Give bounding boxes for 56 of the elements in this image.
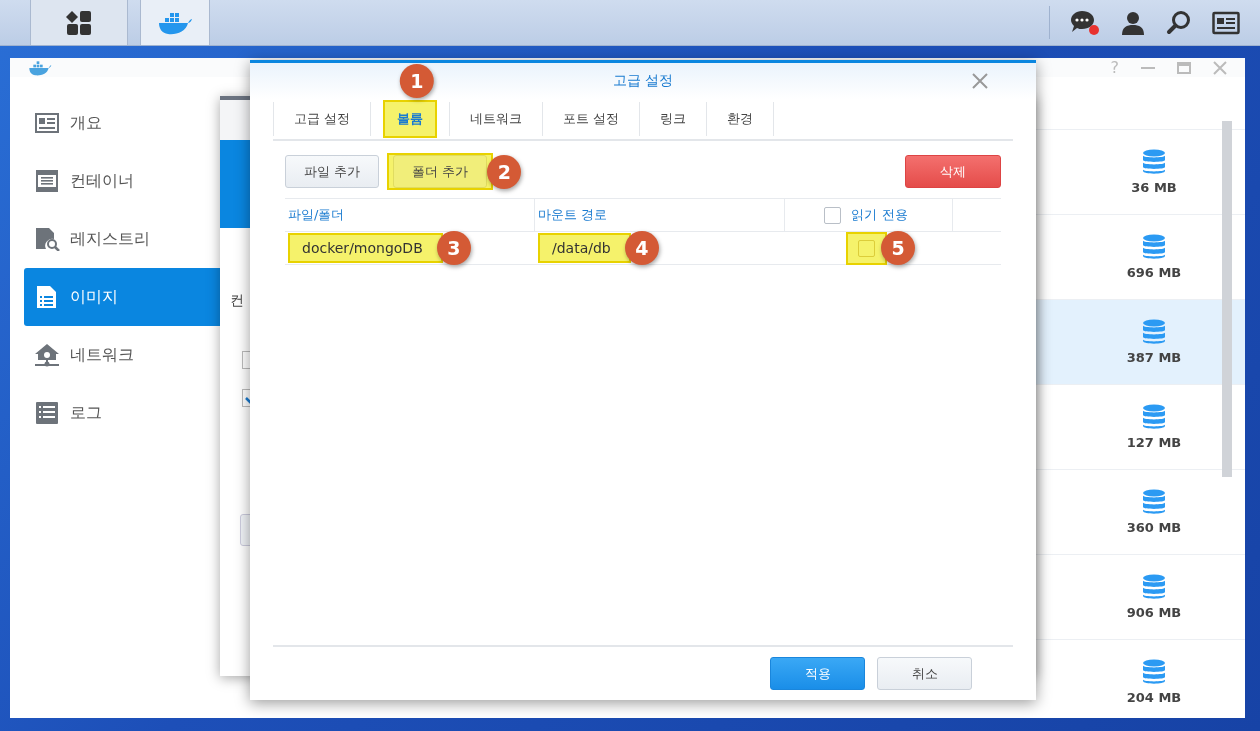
list-icon bbox=[34, 401, 60, 425]
add-button[interactable]: 폴더 추가 bbox=[393, 155, 488, 188]
tab[interactable]: 환경 bbox=[719, 102, 762, 136]
checkbox[interactable] bbox=[858, 239, 875, 257]
database-icon bbox=[1141, 659, 1167, 685]
grid-icon bbox=[65, 8, 93, 37]
tab[interactable]: 볼륨 bbox=[389, 102, 432, 136]
search-icon[interactable] bbox=[1166, 9, 1192, 36]
database-icon bbox=[1141, 574, 1167, 600]
image-size: 906 MB bbox=[1126, 605, 1182, 620]
image-size: 127 MB bbox=[1126, 435, 1182, 450]
sidebar-item[interactable]: 이미지 bbox=[24, 268, 220, 326]
main-menu-button[interactable] bbox=[30, 0, 128, 45]
cancel-button[interactable]: 취소 bbox=[877, 657, 972, 690]
checkbox[interactable] bbox=[824, 206, 842, 224]
tab[interactable]: 고급 설정 bbox=[286, 102, 359, 136]
docker-app-button[interactable] bbox=[140, 0, 210, 45]
image-size: 696 MB bbox=[1126, 265, 1182, 280]
tab[interactable]: 링크 bbox=[652, 102, 695, 136]
dialog-title: 고급 설정 bbox=[612, 72, 674, 90]
database-icon bbox=[1141, 404, 1167, 430]
column-header[interactable]: 읽기 전용 bbox=[851, 206, 908, 224]
image-size: 360 MB bbox=[1126, 520, 1182, 535]
image-size: 36 MB bbox=[1131, 180, 1177, 195]
close-icon[interactable] bbox=[1213, 60, 1227, 75]
id-card-icon bbox=[34, 111, 60, 135]
sidebar-item[interactable]: 컨테이너 bbox=[24, 152, 220, 210]
id-card-icon[interactable] bbox=[1212, 10, 1240, 35]
column-header[interactable]: 마운트 경로 bbox=[538, 206, 608, 224]
database-icon bbox=[1141, 319, 1167, 345]
whale-icon bbox=[28, 58, 52, 77]
sidebar-item[interactable]: 개요 bbox=[24, 94, 220, 152]
chat-icon[interactable] bbox=[1070, 8, 1100, 37]
list-box-icon bbox=[34, 169, 60, 193]
database-icon bbox=[1141, 489, 1167, 515]
table-cell-text: /data/db bbox=[551, 239, 612, 258]
tab[interactable]: 포트 설정 bbox=[555, 102, 628, 136]
image-size: 204 MB bbox=[1126, 690, 1182, 705]
scrollbar[interactable] bbox=[1222, 121, 1232, 477]
close-icon[interactable] bbox=[972, 73, 988, 89]
callout-badge: 2 bbox=[487, 154, 522, 189]
maximize-icon[interactable] bbox=[1177, 60, 1191, 75]
database-icon bbox=[1141, 234, 1167, 260]
database-icon bbox=[1141, 149, 1167, 175]
sidebar-item[interactable]: 로그 bbox=[24, 384, 220, 442]
column-header[interactable]: 파일/폴더 bbox=[288, 206, 345, 224]
tab[interactable]: 네트워크 bbox=[462, 102, 531, 136]
user-icon[interactable] bbox=[1120, 9, 1146, 36]
table-cell-text: docker/mongoDB bbox=[301, 239, 424, 258]
add-button[interactable]: 파일 추가 bbox=[285, 155, 380, 188]
house-icon bbox=[34, 343, 60, 367]
sidebar-item[interactable]: 레지스트리 bbox=[24, 210, 220, 268]
label-text: 컨 bbox=[230, 292, 244, 310]
sidebar-item[interactable]: 네트워크 bbox=[24, 326, 220, 384]
document-search-icon bbox=[34, 227, 60, 251]
image-size: 387 MB bbox=[1126, 350, 1182, 365]
